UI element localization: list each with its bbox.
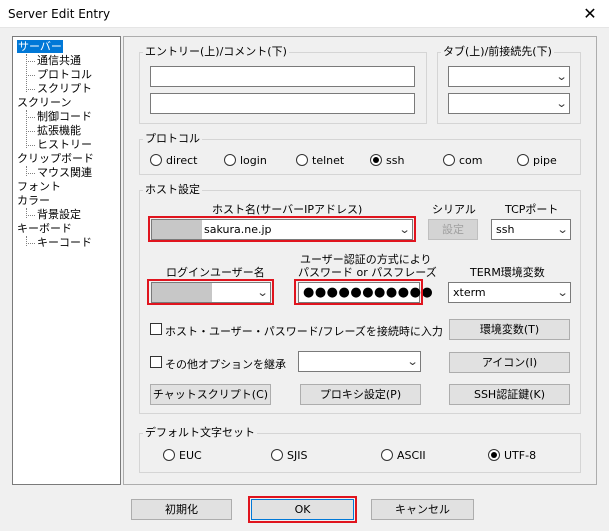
serial-settings-button[interactable]: 設定 (428, 219, 478, 240)
entry-name-input[interactable] (150, 66, 415, 87)
highlight-box-hostname (148, 216, 416, 242)
serial-label: シリアル (432, 203, 476, 216)
tree-item-mouse[interactable]: マウス関連 (37, 166, 92, 179)
inherit-options-combo[interactable]: ⌄ (298, 351, 421, 372)
protocol-com-radio[interactable] (443, 154, 455, 166)
tree-item-script[interactable]: スクリプト (37, 82, 92, 95)
tree-connector (26, 54, 27, 92)
tree-connector (26, 243, 35, 244)
previous-host-select[interactable]: ⌄ (448, 93, 570, 114)
host-settings-group-label: ホスト設定 (143, 183, 202, 196)
chevron-down-icon: ⌄ (555, 97, 568, 110)
input-on-connect-checkbox[interactable] (150, 323, 162, 335)
protocol-direct-label: direct (166, 154, 198, 167)
protocol-telnet-radio[interactable] (296, 154, 308, 166)
highlight-box-password (294, 279, 423, 305)
chevron-down-icon: ⌄ (406, 355, 419, 368)
tcp-port-value: ssh (496, 223, 515, 236)
protocol-group (139, 139, 581, 175)
charset-euc-label: EUC (179, 449, 202, 462)
env-vars-button[interactable]: 環境変数(T) (449, 319, 570, 340)
input-on-connect-label: ホスト・ユーザー・パスワード/フレーズを接続時に入力 (165, 325, 443, 338)
entry-comment-group-label: エントリー(上)/コメント(下) (143, 45, 289, 58)
charset-utf8-radio[interactable] (488, 449, 500, 461)
tree-item-history[interactable]: ヒストリー (37, 138, 92, 151)
tree-connector (26, 89, 35, 90)
charset-utf8-label: UTF-8 (504, 449, 537, 462)
charset-ascii-label: ASCII (397, 449, 426, 462)
tree-connector (26, 131, 35, 132)
icon-button[interactable]: アイコン(I) (449, 352, 570, 373)
tcp-port-label: TCPポート (505, 203, 559, 216)
tree-item-keycode[interactable]: キーコード (37, 236, 92, 249)
initialize-button[interactable]: 初期化 (131, 499, 232, 520)
charset-group-label: デフォルト文字セット (143, 426, 257, 439)
tree-item-protocol[interactable]: プロトコル (37, 68, 92, 81)
tree-item-background[interactable]: 背景設定 (37, 208, 81, 221)
inherit-options-checkbox[interactable] (150, 356, 162, 368)
ssh-auth-key-button[interactable]: SSH認証鍵(K) (449, 384, 570, 405)
tcp-port-combo[interactable]: ssh ⌄ (491, 219, 571, 240)
tree-item-control-code[interactable]: 制御コード (37, 110, 92, 123)
protocol-direct-radio[interactable] (150, 154, 162, 166)
tree-connector (26, 208, 27, 218)
protocol-telnet-label: telnet (312, 154, 345, 167)
term-env-label: TERM環境変数 (470, 266, 545, 279)
chevron-down-icon: ⌄ (555, 70, 568, 83)
auth-method-label-2: パスワード or パスフレーズ (298, 266, 437, 279)
highlight-box-ok (248, 496, 357, 523)
tree-item-clipboard[interactable]: クリップボード (17, 152, 94, 165)
chat-script-button[interactable]: チャットスクリプト(C) (150, 384, 271, 405)
tree-item-extensions[interactable]: 拡張機能 (37, 124, 81, 137)
tab-group-label: タブ(上)/前接続先(下) (441, 45, 554, 58)
cancel-button[interactable]: キャンセル (371, 499, 474, 520)
protocol-login-label: login (240, 154, 267, 167)
tree-connector (26, 110, 27, 148)
title-bar: Server Edit Entry ✕ (0, 0, 609, 28)
login-user-label: ログインユーザー名 (166, 266, 265, 279)
protocol-group-label: プロトコル (143, 132, 202, 145)
tree-item-font[interactable]: フォント (17, 180, 61, 193)
chevron-down-icon: ⌄ (556, 286, 569, 299)
charset-sjis-radio[interactable] (271, 449, 283, 461)
highlight-box-login-user (147, 279, 274, 305)
hostname-label: ホスト名(サーバーIPアドレス) (212, 203, 363, 216)
charset-ascii-radio[interactable] (381, 449, 393, 461)
tree-item-keyboard[interactable]: キーボード (17, 222, 72, 235)
tree-connector (26, 61, 35, 62)
proxy-settings-button[interactable]: プロキシ設定(P) (300, 384, 421, 405)
term-env-combo[interactable]: xterm ⌄ (448, 282, 571, 303)
protocol-ssh-radio[interactable] (370, 154, 382, 166)
tree-item-screen[interactable]: スクリーン (17, 96, 71, 109)
protocol-com-label: com (459, 154, 483, 167)
tree-connector (26, 166, 27, 176)
chevron-down-icon: ⌄ (556, 223, 569, 236)
tree-connector (26, 173, 35, 174)
protocol-pipe-label: pipe (533, 154, 557, 167)
tree-item-comm-common[interactable]: 通信共通 (37, 54, 81, 67)
tree-item-server[interactable]: サーバー (17, 40, 63, 53)
window-title: Server Edit Entry (8, 7, 111, 21)
tree-connector (26, 117, 35, 118)
settings-tree[interactable]: サーバー 通信共通 プロトコル スクリプト スクリーン 制御コード 拡張機能 ヒ… (12, 36, 121, 485)
inherit-options-label: その他オプションを継承 (165, 358, 286, 371)
protocol-login-radio[interactable] (224, 154, 236, 166)
tab-select[interactable]: ⌄ (448, 66, 570, 87)
protocol-pipe-radio[interactable] (517, 154, 529, 166)
close-icon[interactable]: ✕ (571, 0, 609, 28)
comment-input[interactable] (150, 93, 415, 114)
tree-connector (26, 75, 35, 76)
term-env-value: xterm (453, 286, 486, 299)
tree-connector (26, 215, 35, 216)
protocol-ssh-label: ssh (386, 154, 405, 167)
tree-connector (26, 145, 35, 146)
tree-connector (26, 236, 27, 246)
tree-item-color[interactable]: カラー (17, 194, 50, 207)
charset-sjis-label: SJIS (287, 449, 308, 462)
charset-euc-radio[interactable] (163, 449, 175, 461)
